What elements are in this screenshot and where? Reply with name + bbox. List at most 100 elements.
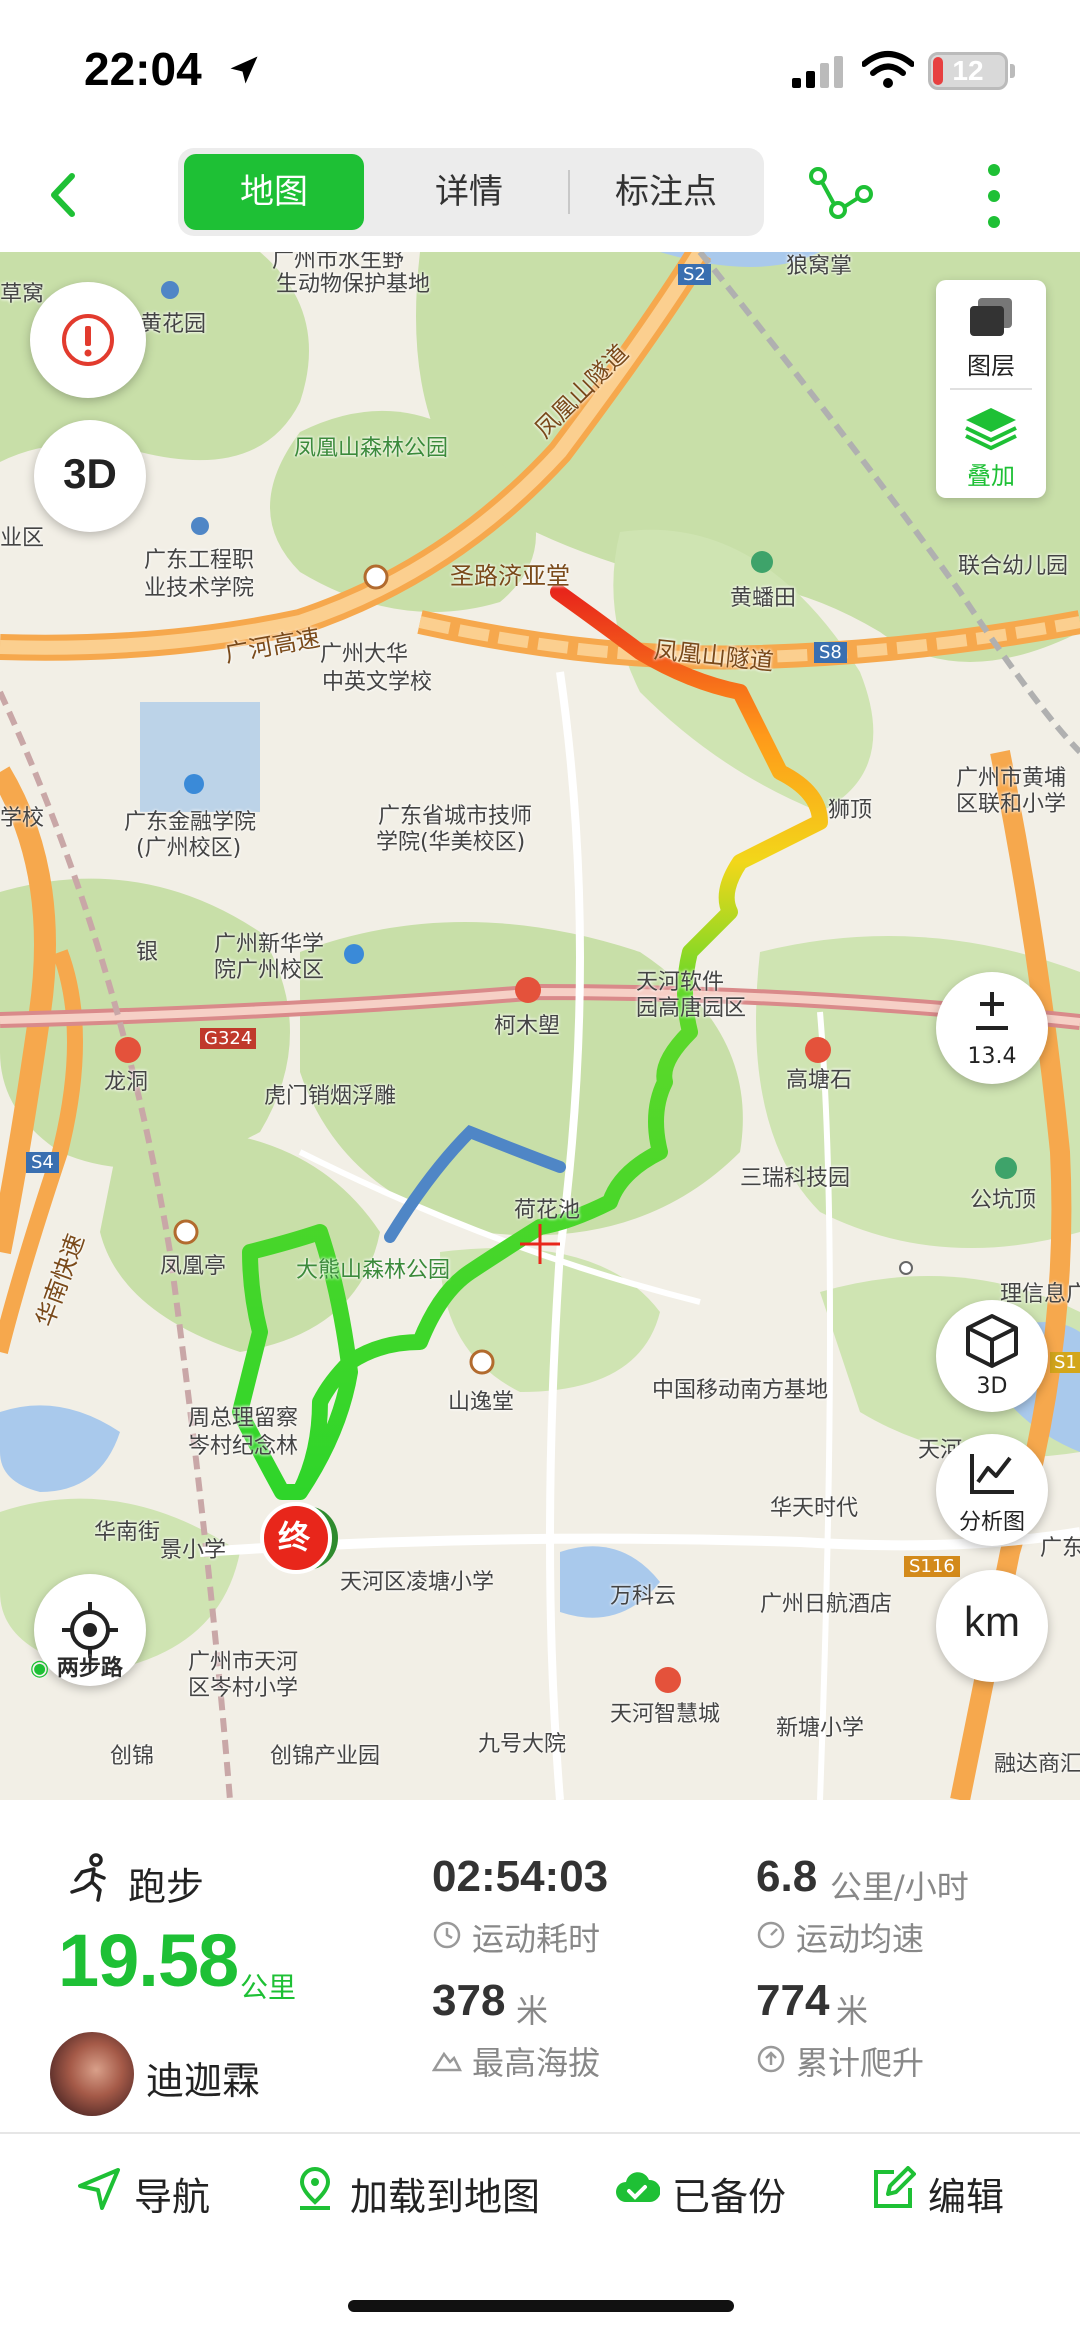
climb-label: 累计爬升 (796, 2044, 925, 2082)
map-label: 新塘小学 (776, 1716, 865, 1741)
3d-view-button[interactable]: 3D (936, 1300, 1048, 1412)
map-label: G324 (200, 1028, 257, 1049)
map-label: S116 (904, 1556, 960, 1577)
map-label: 学院(华美校区) (376, 830, 526, 855)
map-label: S1 (1050, 1352, 1080, 1373)
map-label: 九号大院 (478, 1732, 567, 1757)
alert-button[interactable] (30, 282, 146, 398)
distance-unit: 公里 (240, 1971, 297, 2004)
navigate-label: 导航 (134, 2175, 211, 2219)
map-label: S2 (678, 264, 711, 285)
speed-label: 运动均速 (796, 1920, 925, 1958)
map-label: 联合幼儿园 (958, 554, 1069, 579)
map-label: 狮顶 (828, 798, 873, 823)
map-label: 凤凰亭 (160, 1254, 227, 1279)
3d-toggle-label: 3D (63, 450, 117, 497)
running-icon (70, 1853, 106, 1902)
home-indicator[interactable] (348, 2300, 734, 2312)
tab-divider (568, 170, 570, 214)
climb-unit: 米 (836, 1992, 869, 2030)
duration-label: 运动耗时 (472, 1920, 601, 1958)
map-label: S4 (26, 1152, 59, 1173)
chevron-left-icon[interactable] (30, 160, 100, 230)
brand-logo-icon: ◉ (30, 1656, 50, 1681)
more-vertical-icon[interactable] (972, 158, 1016, 234)
unit-button[interactable]: km (936, 1570, 1048, 1682)
map-label: 高塘石 (786, 1068, 853, 1093)
layer-separator (950, 388, 1032, 390)
end-marker[interactable]: 终 (278, 1512, 310, 1558)
tab-details[interactable]: 详情 (374, 154, 564, 230)
tab-markers[interactable]: 标注点 (572, 154, 760, 230)
map-label: 业技术学院 (144, 576, 255, 601)
alert-circle-icon (62, 314, 114, 366)
avatar[interactable] (50, 2032, 134, 2116)
unit-label: km (964, 1598, 1020, 1645)
plus-minus-icon (976, 992, 1008, 1030)
map-label: 大熊山森林公园 (296, 1258, 451, 1283)
max-altitude-unit: 米 (516, 1992, 549, 2030)
map-label: 天河智慧城 (610, 1702, 721, 1727)
3d-view-label: 3D (976, 1374, 1008, 1399)
analysis-button[interactable]: 分析图 (936, 1434, 1048, 1546)
map-label: (广州校区) (136, 836, 242, 861)
map-label: S8 (814, 642, 847, 663)
cloud-check-icon (616, 2172, 660, 2202)
speed-icon (757, 1921, 785, 1949)
backup-button[interactable]: 已备份 (614, 2160, 814, 2220)
map-label: 山逸堂 (448, 1390, 515, 1415)
map-label: 公坑顶 (970, 1188, 1037, 1213)
map-pin-icon (299, 2167, 331, 2210)
map-label: 中英文学校 (322, 670, 433, 695)
brand-watermark: ◉ 两步路 (30, 1650, 123, 1682)
cellular-signal-icon (792, 56, 843, 88)
map-label: 柯木塱 (494, 1014, 561, 1039)
map-label: 园高唐园区 (636, 996, 747, 1021)
duration-value: 02:54:03 (432, 1852, 609, 1901)
map-label: 龙洞 (104, 1070, 149, 1095)
tab-map[interactable]: 地图 (184, 154, 364, 230)
zoom-level: 13.4 (967, 1044, 1017, 1069)
wifi-icon (862, 51, 914, 88)
battery-percent: 12 (952, 55, 984, 86)
brand-name: 两步路 (56, 1656, 123, 1681)
stack-icon[interactable] (962, 404, 1020, 452)
map-label: 广州日航酒店 (760, 1592, 893, 1617)
edit-icon (874, 2166, 916, 2208)
status-time: 22:04 (84, 43, 202, 95)
navigate-button[interactable]: 导航 (76, 2160, 236, 2220)
map-view[interactable]: 广州市水生野 生动物保护基地 草窝 黄花园 狼窝掌 凤凰山森林公园 凤凰山隧道 … (0, 252, 1080, 1800)
3d-toggle-button[interactable]: 3D (34, 420, 146, 532)
speed-unit: 公里/小时 (830, 1868, 969, 1906)
map-label: 黄蟠田 (730, 586, 797, 611)
map-label: 万科云 (610, 1584, 677, 1609)
map-label: 业区 (0, 526, 45, 551)
total-distance: 19.58 (58, 1919, 239, 2002)
load-to-map-button[interactable]: 加载到地图 (292, 2160, 552, 2220)
clock-icon (433, 1921, 461, 1949)
map-label: 凤凰山森林公园 (294, 436, 449, 461)
username[interactable]: 迪迦霖 (146, 2050, 260, 2105)
stats-panel: 跑步 19.58 公里 迪迦霖 02:54:03 运动耗时 6.8 公里/小时 … (0, 1800, 1080, 2132)
map-label: 虎门销烟浮雕 (264, 1084, 397, 1109)
layer-panel: 图层 叠加 (936, 280, 1046, 498)
zoom-button[interactable]: 13.4 (936, 972, 1048, 1084)
climb-icon (757, 2045, 785, 2073)
map-label: 区岑村小学 (188, 1676, 299, 1701)
edit-button[interactable]: 编辑 (870, 2160, 1030, 2220)
layers-label[interactable]: 图层 (936, 346, 1046, 381)
map-label: 三瑞科技园 (740, 1166, 851, 1191)
navigation-icon (78, 2168, 120, 2210)
map-label: 融达商汇 (994, 1752, 1080, 1777)
overlay-label[interactable]: 叠加 (936, 456, 1046, 491)
layers-icon[interactable] (964, 294, 1018, 342)
map-label: 黄花园 (140, 312, 207, 337)
map-label: 银 (136, 940, 159, 965)
status-bar: 22:04 12 (0, 0, 1080, 140)
battery-indicator: 12 (928, 52, 1008, 90)
map-label: 荷花池 (514, 1198, 581, 1223)
route-share-icon[interactable] (808, 164, 874, 224)
altitude-icon (432, 2051, 462, 2072)
load-to-map-label: 加载到地图 (350, 2175, 541, 2219)
max-altitude-value: 378 (432, 1976, 506, 2025)
